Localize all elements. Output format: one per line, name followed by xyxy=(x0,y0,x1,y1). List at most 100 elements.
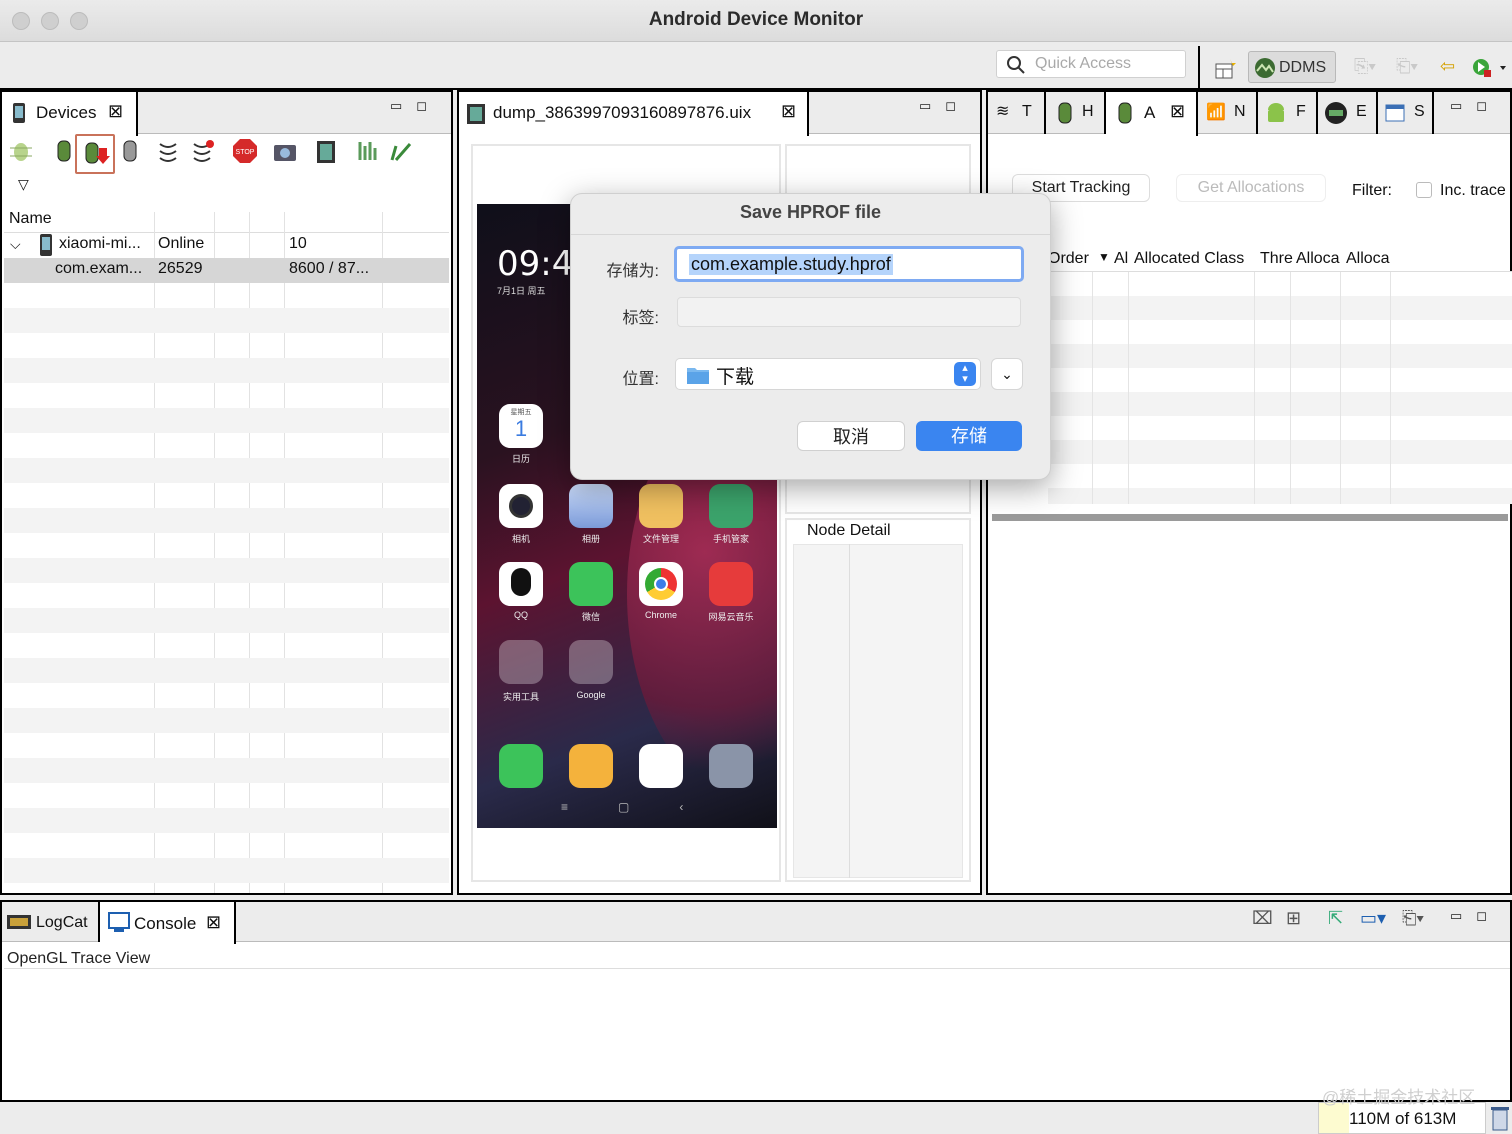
logcat-tab[interactable]: LogCat xyxy=(2,902,100,942)
folder-icon xyxy=(687,368,709,384)
close-tab-icon[interactable]: ⊠ xyxy=(1170,101,1185,122)
close-tab-icon[interactable]: ⊠ xyxy=(108,101,123,122)
splitter-sash[interactable] xyxy=(992,514,1508,521)
qq-app-icon[interactable] xyxy=(499,562,543,606)
gallery-app-icon[interactable] xyxy=(569,484,613,528)
phone-clock: 09:4 xyxy=(497,244,574,284)
nav-bar: ≡▢‹ xyxy=(561,800,734,814)
devices-tab-header: Devices ⊠ ▭◻ xyxy=(2,92,451,136)
save-as-input[interactable]: com.example.study.hprof xyxy=(674,246,1024,282)
title-bar: Android Device Monitor xyxy=(0,0,1512,42)
devices-tab-label: Devices xyxy=(36,103,97,122)
min-max-icons[interactable]: ▭◻ xyxy=(1450,908,1501,924)
close-tab-icon[interactable]: ⊠ xyxy=(206,912,221,933)
heap-tab[interactable]: H xyxy=(1046,92,1106,134)
device-icon xyxy=(40,234,52,256)
save-button[interactable]: 存储 xyxy=(916,421,1022,451)
emulator-control-tab[interactable]: E xyxy=(1318,92,1378,134)
phone-date: 7月1日 周五 xyxy=(497,286,546,296)
display-console-icon[interactable]: ▭▾ xyxy=(1360,908,1386,929)
wechat-app-icon[interactable] xyxy=(569,562,613,606)
min-max-icons[interactable]: ▭◻ xyxy=(919,98,970,114)
process-pid: 26529 xyxy=(158,260,203,277)
min-max-icons[interactable]: ▭◻ xyxy=(390,98,441,114)
filter-label: Filter: xyxy=(1352,182,1392,199)
allocation-table-header: Order ▼ Al Allocated Class Thre Alloca A… xyxy=(1048,248,1512,272)
back-arrow-icon[interactable]: ⇦ xyxy=(1440,56,1455,77)
files-app-icon[interactable] xyxy=(639,484,683,528)
get-allocations-button[interactable]: Get Allocations xyxy=(1176,174,1326,202)
clear-console-icon[interactable]: ⌧ xyxy=(1252,908,1273,929)
emulator-icon xyxy=(1325,102,1347,124)
svg-text:STOP: STOP xyxy=(236,149,255,156)
location-select[interactable]: 下载 ▴ ▾ xyxy=(675,358,981,390)
close-tab-icon[interactable]: ⊠ xyxy=(781,101,796,122)
min-max-icons[interactable]: ▭◻ xyxy=(1450,98,1501,114)
watermark: @稀土掘金技术社区 xyxy=(1322,1088,1476,1107)
calendar-app-icon[interactable]: 星期五 1 xyxy=(499,404,543,448)
stop-process-icon[interactable]: STOP xyxy=(232,138,258,164)
console-icon xyxy=(108,912,130,932)
tags-input[interactable] xyxy=(677,297,1021,327)
wifi-icon: 📶 xyxy=(1206,104,1226,121)
device-state: Online xyxy=(158,235,205,252)
system-info-tab[interactable]: S xyxy=(1378,92,1434,134)
tools-folder-icon[interactable] xyxy=(499,640,543,684)
threads-icon: ≋ xyxy=(996,103,1010,120)
cancel-button[interactable]: 取消 xyxy=(797,421,905,451)
dump-view-hierarchy-icon[interactable] xyxy=(314,138,340,164)
open-console-icon[interactable]: ⎗▾ xyxy=(1402,908,1424,929)
status-bar: 110M of 613M xyxy=(0,1102,1512,1134)
open-perspective-icon[interactable] xyxy=(1214,58,1236,80)
order-column[interactable]: Order xyxy=(1048,250,1089,268)
device-row[interactable]: ⌵ xiaomi-mi... Online 10 xyxy=(4,233,449,258)
screen-capture-icon[interactable] xyxy=(272,138,298,164)
dump-tab-label: dump_3863997093160897876.uix xyxy=(493,103,752,122)
chevron-down-icon[interactable]: ⌵ xyxy=(10,236,21,253)
view-menu-icon[interactable]: ▽ xyxy=(18,176,29,193)
inc-trace-checkbox[interactable] xyxy=(1416,182,1432,198)
process-row[interactable]: com.exam... 26529 8600 / 87... xyxy=(4,258,449,283)
select-stepper-icon: ▴ ▾ xyxy=(954,362,976,386)
expand-dialog-button[interactable]: ⌄ xyxy=(991,358,1023,390)
camera-app-icon[interactable] xyxy=(499,484,543,528)
netease-music-app-icon[interactable] xyxy=(709,562,753,606)
quick-access-field[interactable]: Quick Access xyxy=(996,50,1186,78)
chrome-app-icon[interactable] xyxy=(639,562,683,606)
memory-usage: 110M of 613M xyxy=(1349,1109,1457,1128)
import-icon[interactable]: ⎘▾ xyxy=(1354,56,1376,77)
settings-app-icon[interactable] xyxy=(709,744,753,788)
allocation-tracker-tab[interactable]: A ⊠ xyxy=(1106,92,1198,136)
network-tab[interactable]: 📶 N xyxy=(1198,92,1258,134)
devices-tab[interactable]: Devices ⊠ xyxy=(2,92,138,136)
dump-tab[interactable]: dump_3863997093160897876.uix ⊠ xyxy=(459,92,809,136)
file-explorer-tab[interactable]: F xyxy=(1258,92,1318,134)
ddms-perspective-button[interactable]: DDMS xyxy=(1248,51,1336,83)
security-app-icon[interactable] xyxy=(709,484,753,528)
chevron-down-icon: ⌄ xyxy=(1001,366,1013,382)
sort-desc-icon: ▼ xyxy=(1098,250,1110,264)
update-threads-icon[interactable] xyxy=(156,138,182,164)
dump-hprof-button[interactable] xyxy=(75,134,115,174)
start-method-profiling-icon[interactable] xyxy=(190,138,216,164)
messages-app-icon[interactable] xyxy=(569,744,613,788)
opengl-trace-icon[interactable] xyxy=(388,138,414,164)
console-tab[interactable]: Console ⊠ xyxy=(100,902,236,944)
baidu-app-icon[interactable] xyxy=(639,744,683,788)
export-icon[interactable]: ⎗▾ xyxy=(1396,56,1418,77)
tags-label: 标签: xyxy=(622,310,659,327)
name-column-header[interactable]: Name xyxy=(9,210,52,228)
pin-console-icon[interactable]: ⇱ xyxy=(1328,908,1343,929)
run-icon[interactable] xyxy=(1472,58,1508,80)
phone-app-icon[interactable] xyxy=(499,744,543,788)
systrace-icon[interactable] xyxy=(356,138,382,164)
window-icon xyxy=(1385,104,1405,122)
threads-tab[interactable]: ≋ T xyxy=(988,92,1046,134)
trash-icon[interactable] xyxy=(1490,1104,1510,1132)
cause-gc-icon[interactable] xyxy=(118,138,144,164)
debug-icon[interactable] xyxy=(8,138,34,164)
google-folder-icon[interactable] xyxy=(569,640,613,684)
scroll-lock-icon[interactable]: ⊞ xyxy=(1286,908,1301,929)
main-toolbar: Quick Access DDMS ⎘▾ ⎗▾ ⇦ xyxy=(0,42,1512,90)
location-label: 位置: xyxy=(622,371,659,388)
